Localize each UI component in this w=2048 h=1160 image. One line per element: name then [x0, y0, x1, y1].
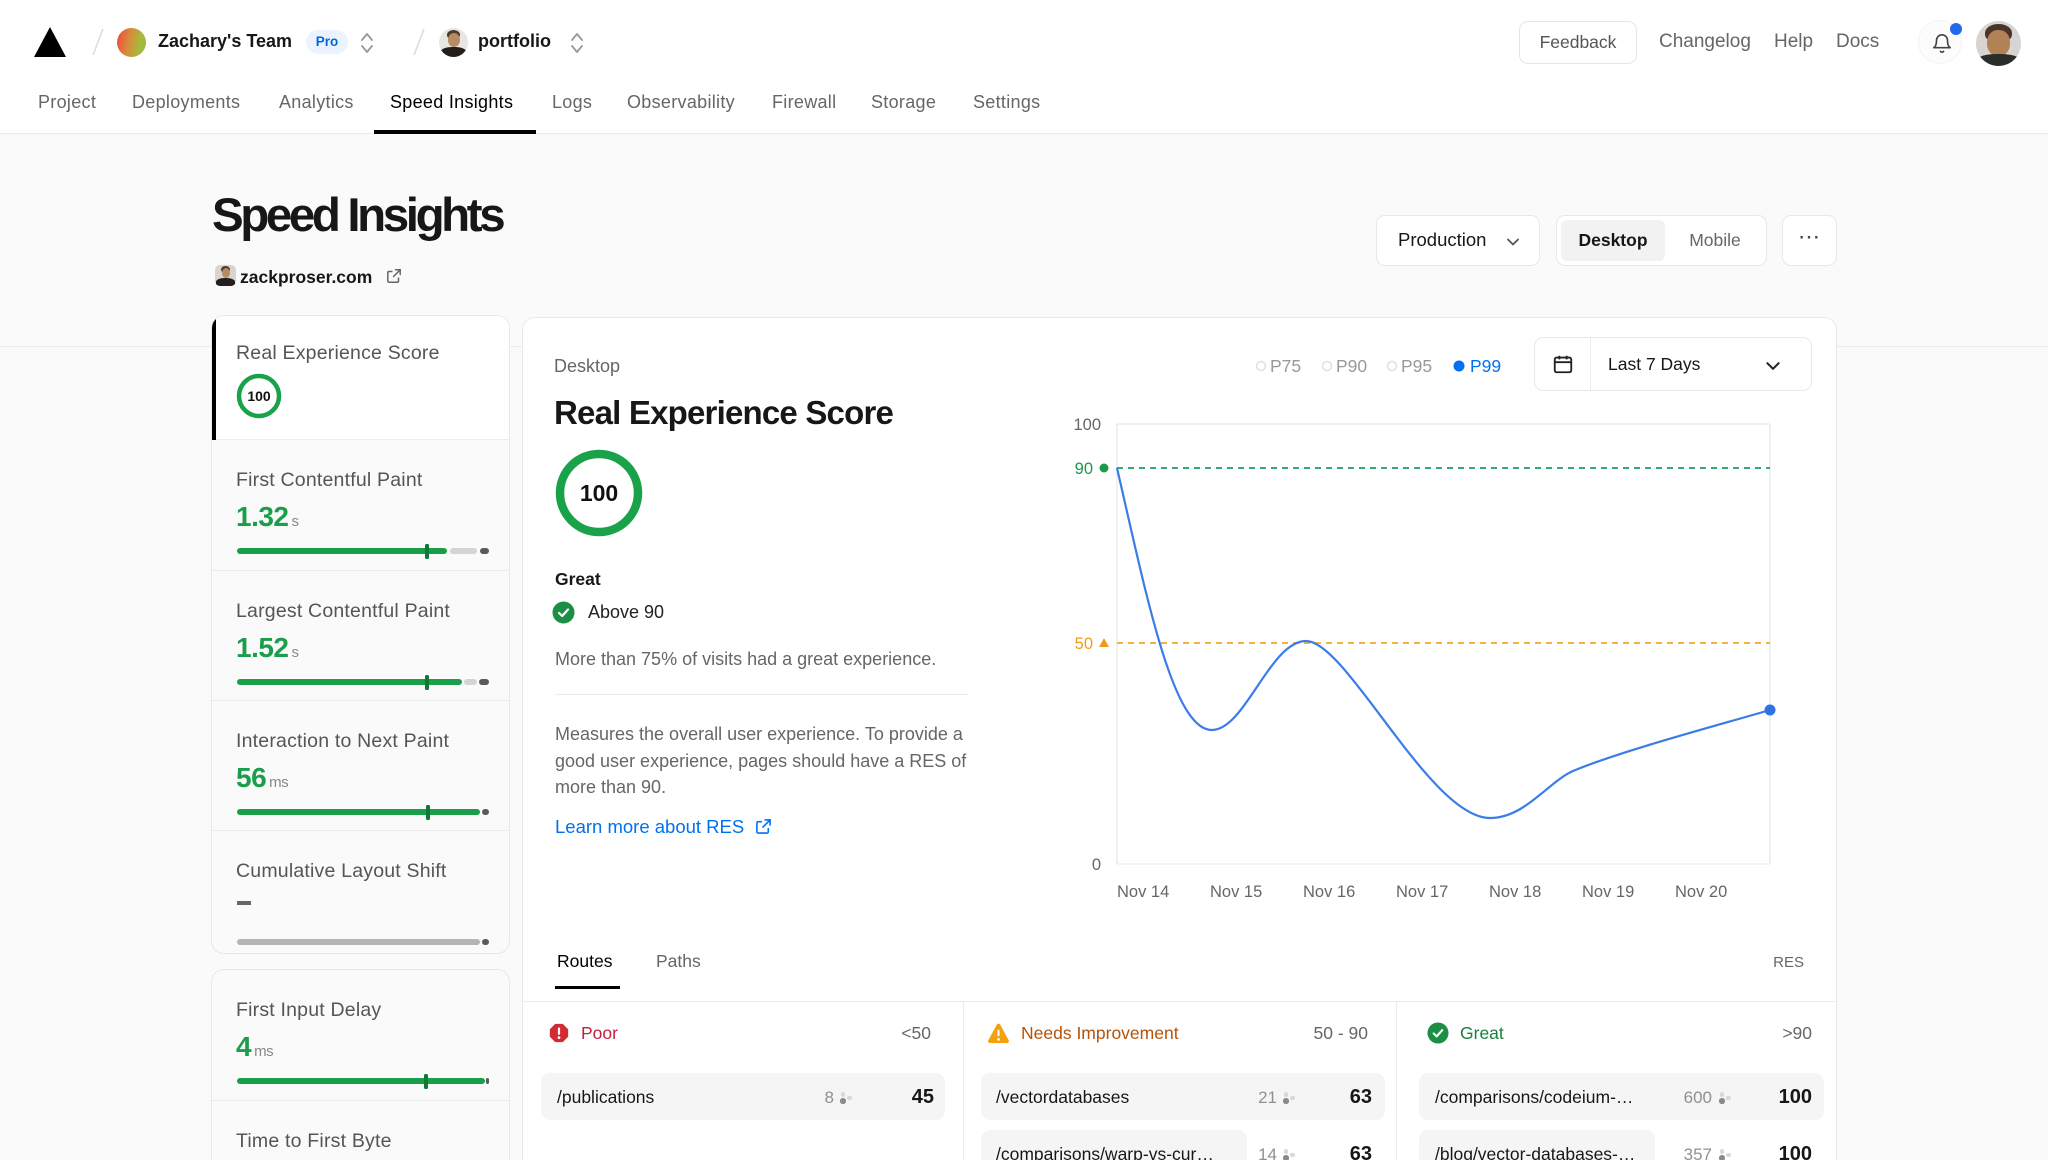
svg-text:100: 100 — [247, 388, 271, 404]
svg-text:Nov 16: Nov 16 — [1303, 883, 1355, 901]
svg-text:100: 100 — [580, 480, 618, 506]
svg-text:100: 100 — [1073, 416, 1101, 434]
svg-text:Nov 20: Nov 20 — [1675, 883, 1727, 901]
svg-text:0: 0 — [1092, 856, 1101, 874]
svg-text:50: 50 — [1075, 635, 1093, 653]
svg-text:Nov 14: Nov 14 — [1117, 883, 1169, 901]
svg-text:Nov 15: Nov 15 — [1210, 883, 1262, 901]
svg-text:Nov 17: Nov 17 — [1396, 883, 1448, 901]
svg-text:90: 90 — [1075, 460, 1093, 478]
svg-text:Nov 18: Nov 18 — [1489, 883, 1541, 901]
svg-text:Nov 19: Nov 19 — [1582, 883, 1634, 901]
